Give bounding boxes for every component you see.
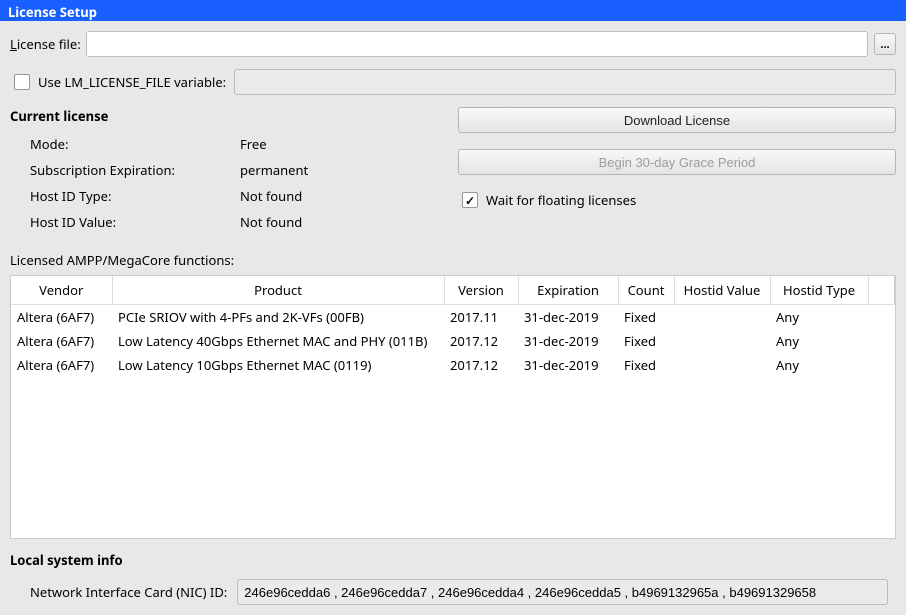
cell-version: 2017.12 (444, 329, 518, 353)
cell-hostid_value (674, 353, 770, 377)
cell-version: 2017.12 (444, 353, 518, 377)
cell-vendor: Altera (6AF7) (11, 329, 112, 353)
nic-label: Network Interface Card (NIC) ID: (30, 583, 227, 601)
col-expiration[interactable]: Expiration (518, 276, 618, 305)
cell-hostid_value (674, 329, 770, 353)
hostid-type-key: Host ID Type: (30, 187, 240, 205)
nic-value-input (237, 579, 888, 605)
table-row[interactable]: Altera (6AF7)Low Latency 10Gbps Ethernet… (11, 353, 895, 377)
mode-key: Mode: (30, 135, 240, 153)
cell-product: PCIe SRIOV with 4-PFs and 2K-VFs (00FB) (112, 305, 444, 330)
cell-hostid_type: Any (770, 329, 868, 353)
local-system-title: Local system info (10, 551, 896, 569)
cell-hostid_type: Any (770, 305, 868, 330)
lm-license-value-input (234, 69, 896, 95)
cell-vendor: Altera (6AF7) (11, 305, 112, 330)
license-file-input[interactable] (86, 31, 868, 57)
hostid-value-value: Not found (240, 213, 438, 231)
wait-floating-checkbox[interactable] (462, 192, 478, 208)
cell-hostid_type: Any (770, 353, 868, 377)
mode-value: Free (240, 135, 438, 153)
col-product[interactable]: Product (112, 276, 444, 305)
table-header-row: Vendor Product Version Expiration Count … (11, 276, 895, 305)
hostid-type-value: Not found (240, 187, 438, 205)
cell-expiration: 31-dec-2019 (518, 353, 618, 377)
cell-product: Low Latency 10Gbps Ethernet MAC (0119) (112, 353, 444, 377)
cell-version: 2017.11 (444, 305, 518, 330)
cell-product: Low Latency 40Gbps Ethernet MAC and PHY … (112, 329, 444, 353)
functions-title: Licensed AMPP/MegaCore functions: (10, 251, 896, 269)
cell-vendor: Altera (6AF7) (11, 353, 112, 377)
use-lm-license-checkbox[interactable] (14, 74, 30, 90)
cell-expiration: 31-dec-2019 (518, 329, 618, 353)
window-title: License Setup (0, 0, 906, 21)
col-hostid-value[interactable]: Hostid Value (674, 276, 770, 305)
table-row[interactable]: Altera (6AF7)PCIe SRIOV with 4-PFs and 2… (11, 305, 895, 330)
functions-table: Vendor Product Version Expiration Count … (10, 275, 896, 539)
col-spare (868, 276, 895, 305)
browse-button[interactable]: ... (874, 33, 896, 55)
cell-count: Fixed (618, 353, 674, 377)
col-hostid-type[interactable]: Hostid Type (770, 276, 868, 305)
license-file-label: License file: (10, 35, 86, 53)
wait-floating-label: Wait for floating licenses (486, 191, 636, 209)
begin-grace-period-button[interactable]: Begin 30-day Grace Period (458, 149, 896, 175)
col-vendor[interactable]: Vendor (11, 276, 112, 305)
subscription-key: Subscription Expiration: (30, 161, 240, 179)
cell-count: Fixed (618, 305, 674, 330)
cell-hostid_value (674, 305, 770, 330)
cell-count: Fixed (618, 329, 674, 353)
col-version[interactable]: Version (444, 276, 518, 305)
use-lm-license-label: Use LM_LICENSE_FILE variable: (38, 73, 226, 91)
table-row[interactable]: Altera (6AF7)Low Latency 40Gbps Ethernet… (11, 329, 895, 353)
hostid-value-key: Host ID Value: (30, 213, 240, 231)
current-license-title: Current license (10, 107, 438, 125)
subscription-value: permanent (240, 161, 438, 179)
download-license-button[interactable]: Download License (458, 107, 896, 133)
col-count[interactable]: Count (618, 276, 674, 305)
cell-expiration: 31-dec-2019 (518, 305, 618, 330)
